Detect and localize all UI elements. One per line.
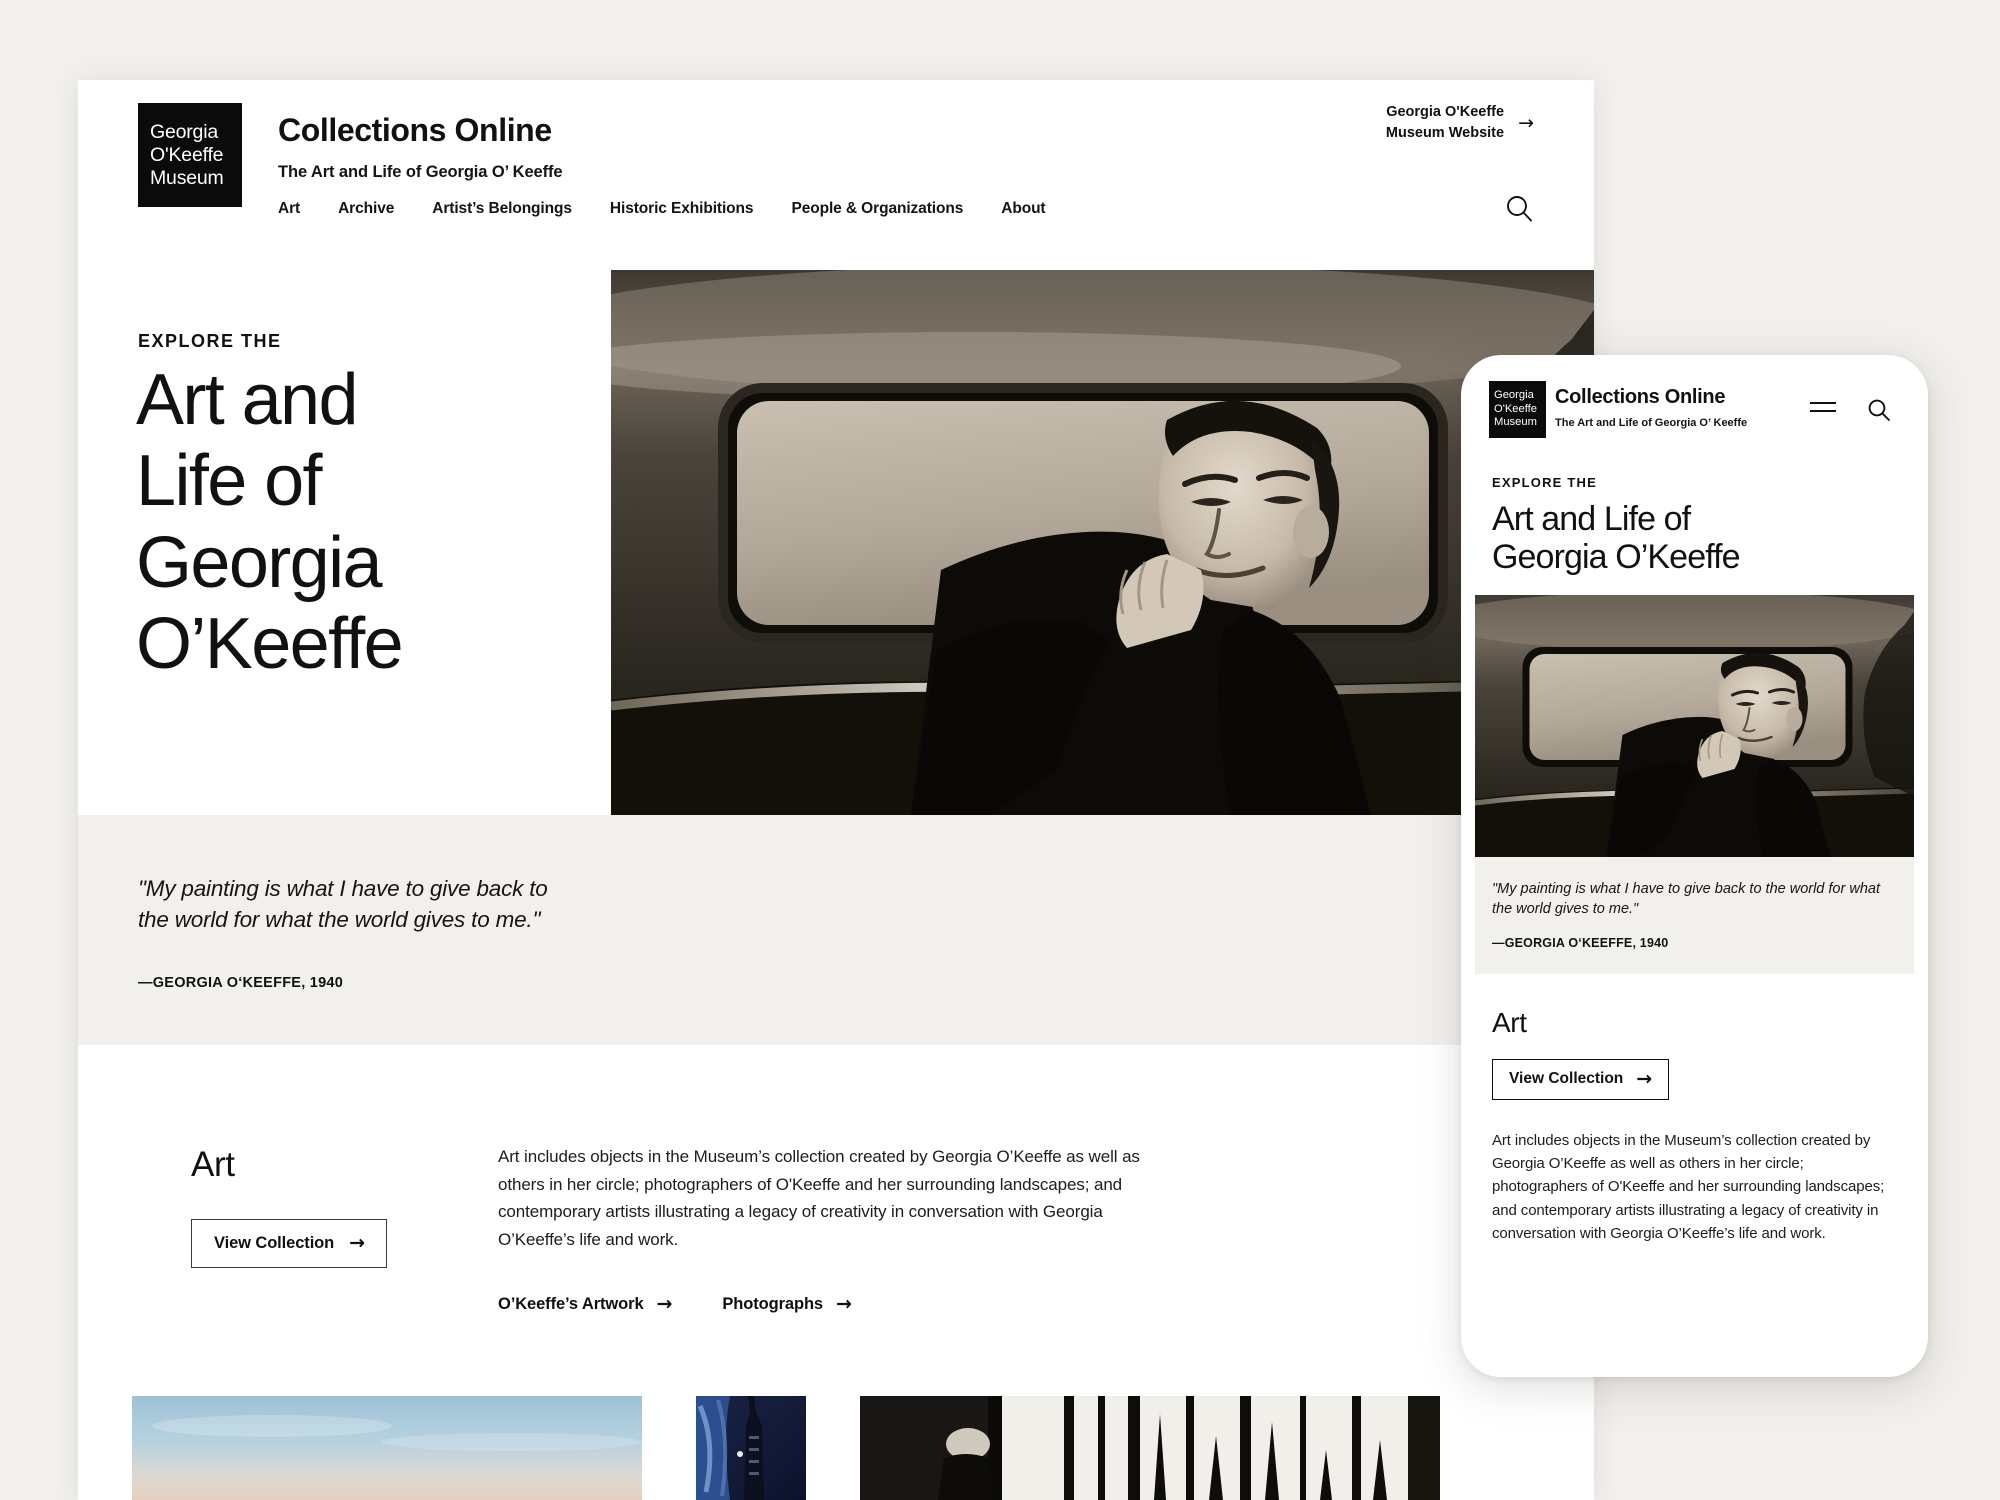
site-subtitle: The Art and Life of Georgia O’ Keeffe bbox=[278, 163, 563, 181]
museum-website-link[interactable]: Georgia O'Keeffe Museum Website → bbox=[1386, 102, 1534, 144]
sublink-photographs[interactable]: Photographs → bbox=[722, 1293, 852, 1316]
hero-portrait-image bbox=[611, 270, 1594, 815]
view-collection-button[interactable]: View Collection → bbox=[1492, 1058, 1670, 1100]
view-collection-button[interactable]: View Collection → bbox=[191, 1219, 387, 1268]
logo-line-1: Georgia bbox=[1494, 389, 1534, 402]
site-title: Collections Online bbox=[278, 112, 552, 148]
arrow-right-icon: → bbox=[1518, 111, 1534, 134]
museum-website-link-line-2: Museum Website bbox=[1385, 125, 1505, 142]
hero-eyebrow: EXPLORE THE bbox=[1492, 475, 1597, 490]
logo-line-3: Museum bbox=[150, 166, 224, 189]
thumbnail-black-white-gallery-photo[interactable] bbox=[860, 1396, 1440, 1500]
logo-line-1: Georgia bbox=[150, 120, 218, 143]
art-section: Art View Collection → Art includes objec… bbox=[78, 1045, 1594, 1500]
nav-item-archive[interactable]: Archive bbox=[338, 200, 394, 218]
sublink-okeeffes-artwork[interactable]: O’Keeffe’s Artwork → bbox=[498, 1295, 672, 1314]
site-title: Collections Online bbox=[1555, 386, 1726, 408]
museum-website-link-line-1: Georgia O'Keeffe bbox=[1386, 104, 1505, 120]
mobile-site-title-block: Collections Online The Art and Life of G… bbox=[1555, 386, 1747, 429]
art-section-paragraph: Art includes objects in the Museum’s col… bbox=[498, 1147, 1140, 1249]
search-icon[interactable] bbox=[1866, 397, 1892, 423]
art-section-title: Art bbox=[191, 1145, 235, 1184]
primary-navigation: Art Archive Artist’s Belongings Historic… bbox=[278, 200, 1046, 218]
hero-text-panel: EXPLORE THE Art and Life of Georgia O’Keeff… bbox=[78, 270, 611, 815]
art-section-title: Art bbox=[1492, 1006, 1527, 1038]
view-collection-label: View Collection bbox=[1509, 1070, 1624, 1088]
logo-line-2: O'Keeffe bbox=[150, 143, 224, 166]
museum-logo[interactable]: Georgia O'Keeffe Museum bbox=[138, 103, 242, 207]
sublink-label: Photographs bbox=[722, 1295, 824, 1314]
screenshot-stage: Georgia O'Keeffe Museum Collections Onli… bbox=[0, 0, 2000, 1500]
nav-item-historic-exhibitions[interactable]: Historic Exhibitions bbox=[610, 200, 754, 218]
arrow-right-icon: → bbox=[349, 1232, 365, 1254]
thumbnail-skyscraper-night-painting[interactable] bbox=[696, 1396, 806, 1500]
quote-band: "My painting is what I have to give back… bbox=[78, 815, 1594, 1045]
site-subtitle: The Art and Life of Georgia O’ Keeffe bbox=[1555, 417, 1748, 429]
search-icon[interactable] bbox=[1502, 192, 1536, 226]
nav-item-about[interactable]: About bbox=[1001, 200, 1045, 218]
logo-line-2: O'Keeffe bbox=[1494, 402, 1537, 415]
view-collection-label: View Collection bbox=[214, 1234, 335, 1252]
desktop-header: Georgia O'Keeffe Museum Collections Onli… bbox=[78, 80, 1594, 270]
sublink-label: O’Keeffe’s Artwork bbox=[498, 1295, 644, 1314]
mobile-screen: Georgia O'Keeffe Museum Collections Onli… bbox=[1475, 369, 1914, 1363]
nav-item-people-organizations[interactable]: People & Organizations bbox=[791, 200, 963, 218]
desktop-browser-card: Georgia O'Keeffe Museum Collections Onli… bbox=[78, 80, 1594, 1500]
logo-line-3: Museum bbox=[1494, 416, 1537, 429]
arrow-right-icon: → bbox=[656, 1293, 673, 1316]
site-title-block: Collections Online The Art and Life of G… bbox=[278, 112, 563, 182]
quote-text: "My painting is what I have to give back… bbox=[1492, 880, 1880, 918]
art-section-head: Art View Collection → bbox=[191, 1145, 387, 1268]
mobile-quote-band: "My painting is what I have to give back… bbox=[1475, 856, 1914, 974]
hamburger-menu-icon[interactable] bbox=[1810, 402, 1836, 416]
hero-eyebrow: EXPLORE THE bbox=[138, 331, 282, 351]
quote-attribution: —GEORGIA O‘KEEFFE, 1940 bbox=[138, 975, 344, 992]
thumbnail-landscape-sky-painting[interactable] bbox=[132, 1396, 642, 1500]
nav-item-art[interactable]: Art bbox=[278, 200, 300, 218]
art-section-sublinks: O’Keeffe’s Artwork → Photographs → bbox=[498, 1295, 1170, 1314]
hero-headline: Art and Life of Georgia O’Keeffe bbox=[136, 360, 404, 685]
hero-portrait-image bbox=[1475, 594, 1914, 857]
art-section-paragraph: Art includes objects in the Museum’s col… bbox=[1492, 1131, 1885, 1242]
artwork-thumbnail-row bbox=[78, 1390, 1594, 1500]
quote-attribution: —GEORGIA O‘KEEFFE, 1940 bbox=[1492, 935, 1669, 950]
mobile-phone-mockup: Georgia O'Keeffe Museum Collections Onli… bbox=[1461, 355, 1928, 1377]
mobile-hero-text: EXPLORE THE Art and Life of Georgia O’Kee… bbox=[1475, 451, 1914, 595]
museum-logo[interactable]: Georgia O'Keeffe Museum bbox=[1489, 381, 1546, 438]
hero-headline: Art and Life of Georgia O’Keeffe bbox=[1492, 500, 1741, 577]
mobile-art-section: Art View Collection → Art includes objec… bbox=[1475, 973, 1914, 1246]
mobile-header: Georgia O'Keeffe Museum Collections Onli… bbox=[1475, 369, 1914, 451]
nav-item-artists-belongings[interactable]: Artist’s Belongings bbox=[432, 200, 572, 218]
art-section-body: Art includes objects in the Museum’s col… bbox=[498, 1143, 1170, 1314]
arrow-right-icon: → bbox=[836, 1293, 852, 1316]
arrow-right-icon: → bbox=[1636, 1067, 1653, 1090]
quote-text: "My painting is what I have to give back… bbox=[138, 876, 548, 933]
hero-section: EXPLORE THE Art and Life of Georgia O’Keeff… bbox=[78, 270, 1594, 815]
